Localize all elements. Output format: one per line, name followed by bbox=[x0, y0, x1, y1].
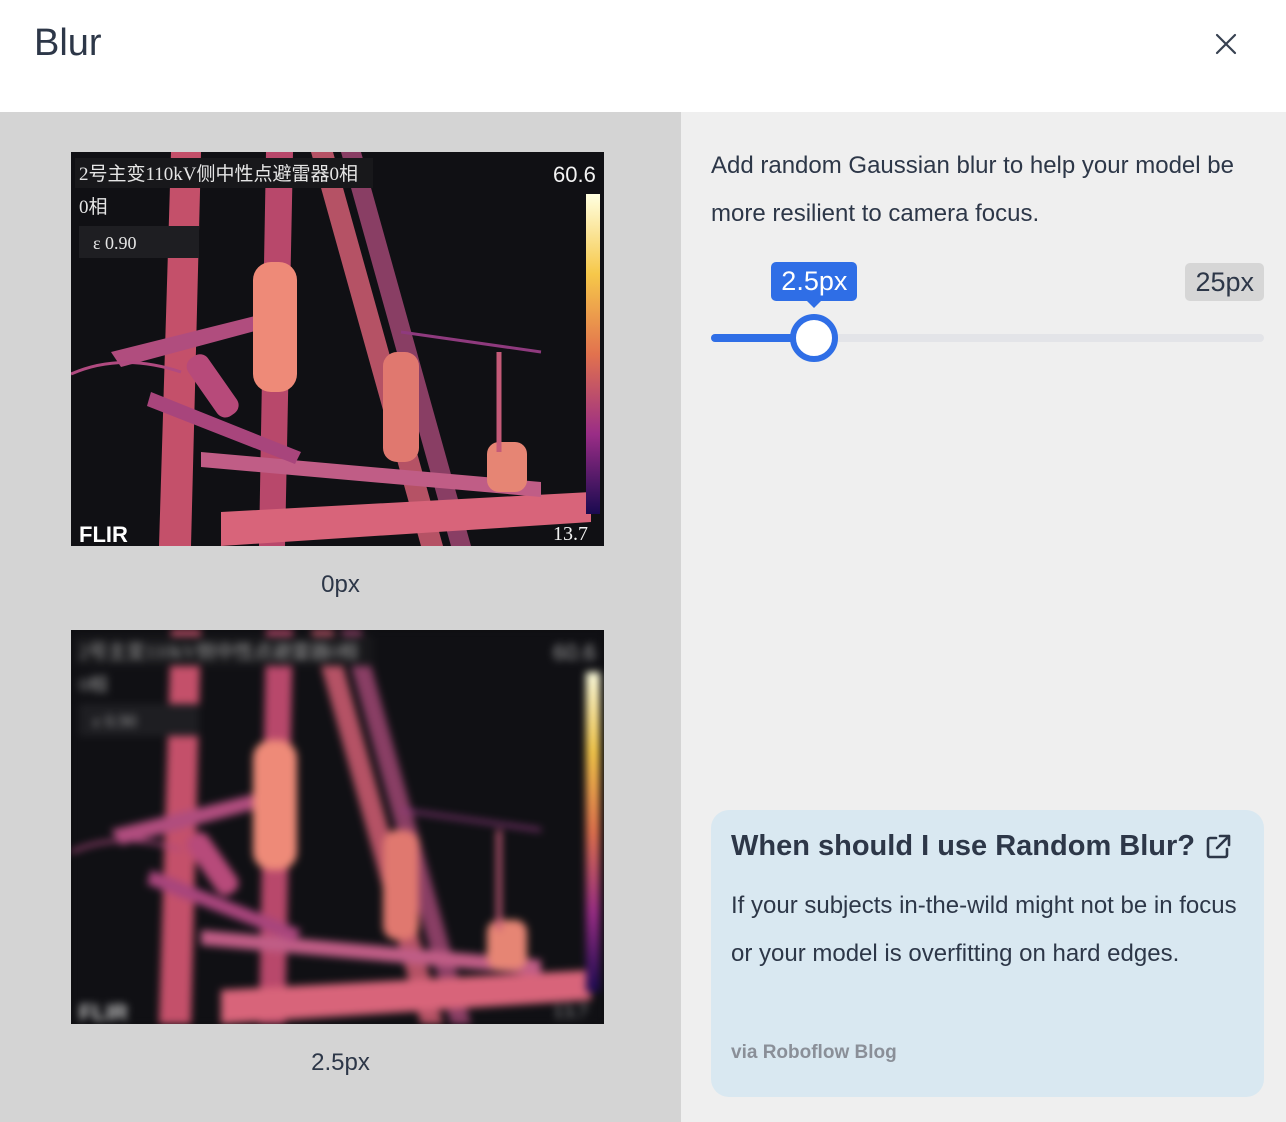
temp-max-label: 60.6 bbox=[553, 162, 596, 187]
temp-max-label: 60.6 bbox=[553, 640, 596, 665]
dialog-title: Blur bbox=[34, 22, 102, 64]
flir-logo: FLIR bbox=[79, 1000, 128, 1024]
slider-value-tooltip: 2.5px bbox=[771, 262, 858, 308]
info-card-source[interactable]: via Roboflow Blog bbox=[731, 1042, 897, 1064]
original-preview-caption: 0px bbox=[321, 571, 360, 598]
info-card-title: When should I use Random Blur? bbox=[731, 830, 1195, 862]
thermal-caption-line2: 0相 bbox=[79, 674, 108, 696]
flir-logo: FLIR bbox=[79, 522, 128, 546]
preview-panel: 2号主变110kV侧中性点避雷器0相 0相 ε 0.90 60.6 13.7 F… bbox=[0, 112, 681, 1122]
blur-description: Add random Gaussian blur to help your mo… bbox=[711, 152, 1234, 227]
emissivity-label: ε 0.90 bbox=[93, 711, 137, 731]
thermal-caption-line1: 2号主变110kV侧中性点避雷器0相 bbox=[79, 641, 358, 663]
thermal-caption-line1: 2号主变110kV侧中性点避雷器0相 bbox=[79, 163, 358, 185]
blurred-preview-image: 2号主变110kV侧中性点避雷器0相 0相 ε 0.90 60.6 13.7 F… bbox=[71, 630, 604, 1024]
temp-min-label: 13.7 bbox=[553, 1001, 588, 1023]
blurred-preview-caption: 2.5px bbox=[311, 1049, 370, 1076]
original-preview-image: 2号主变110kV侧中性点避雷器0相 0相 ε 0.90 60.6 13.7 F… bbox=[71, 152, 604, 546]
slider-thumb[interactable] bbox=[790, 314, 839, 362]
close-button[interactable] bbox=[1205, 23, 1247, 65]
info-card-body: If your subjects in-the-wild might not b… bbox=[731, 892, 1237, 967]
dialog-header: Blur bbox=[0, 0, 1286, 112]
info-card-title-link[interactable]: When should I use Random Blur? bbox=[731, 830, 1233, 863]
emissivity-label: ε 0.90 bbox=[93, 233, 137, 253]
info-card: When should I use Random Blur? If your s… bbox=[711, 810, 1264, 1097]
blur-slider[interactable]: 2.5px 25px bbox=[711, 262, 1264, 362]
close-icon bbox=[1215, 33, 1237, 55]
slider-max-label: 25px bbox=[1185, 263, 1264, 301]
thermal-caption-line2: 0相 bbox=[79, 196, 108, 218]
temp-min-label: 13.7 bbox=[553, 523, 588, 545]
external-link-icon[interactable] bbox=[1203, 832, 1233, 862]
